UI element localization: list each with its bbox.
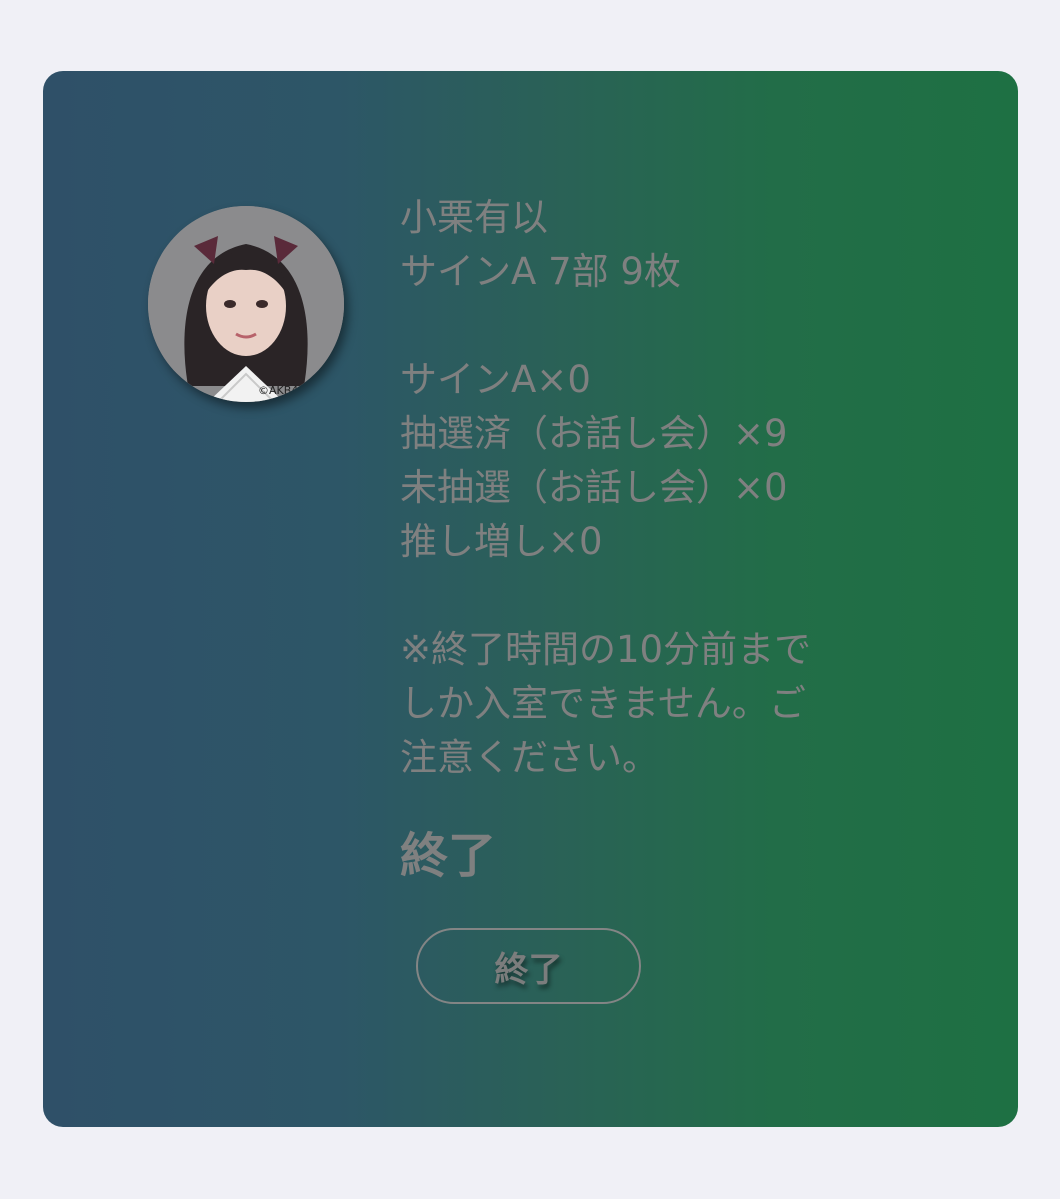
event-card: ©AKB48 小栗有以 サインA 7部 9枚 サインA×0 抽選済（お話し会）×… [43,71,1018,1127]
ticket-drawn: 抽選済（お話し会）×9 [400,412,788,455]
session-label: サインA 7部 9枚 [400,250,681,293]
end-button[interactable]: 終了 [416,928,641,1004]
avatar-watermark: ©AKB48 [258,384,305,397]
member-name: 小栗有以 [400,196,548,239]
member-photo-icon: ©AKB48 [148,206,344,402]
ticket-info: 小栗有以 サインA 7部 9枚 サインA×0 抽選済（お話し会）×9 未抽選（お… [400,191,960,785]
ticket-oshi-mashi: 推し増し×0 [400,520,603,563]
member-avatar: ©AKB48 [148,206,344,402]
ticket-undrawn: 未抽選（お話し会）×0 [400,466,788,509]
ticket-sign-a: サインA×0 [400,358,591,401]
entry-notice: ※終了時間の10分前まで しか入室できません。ご 注意ください。 [400,628,812,779]
status-label: 終了 [400,828,497,884]
